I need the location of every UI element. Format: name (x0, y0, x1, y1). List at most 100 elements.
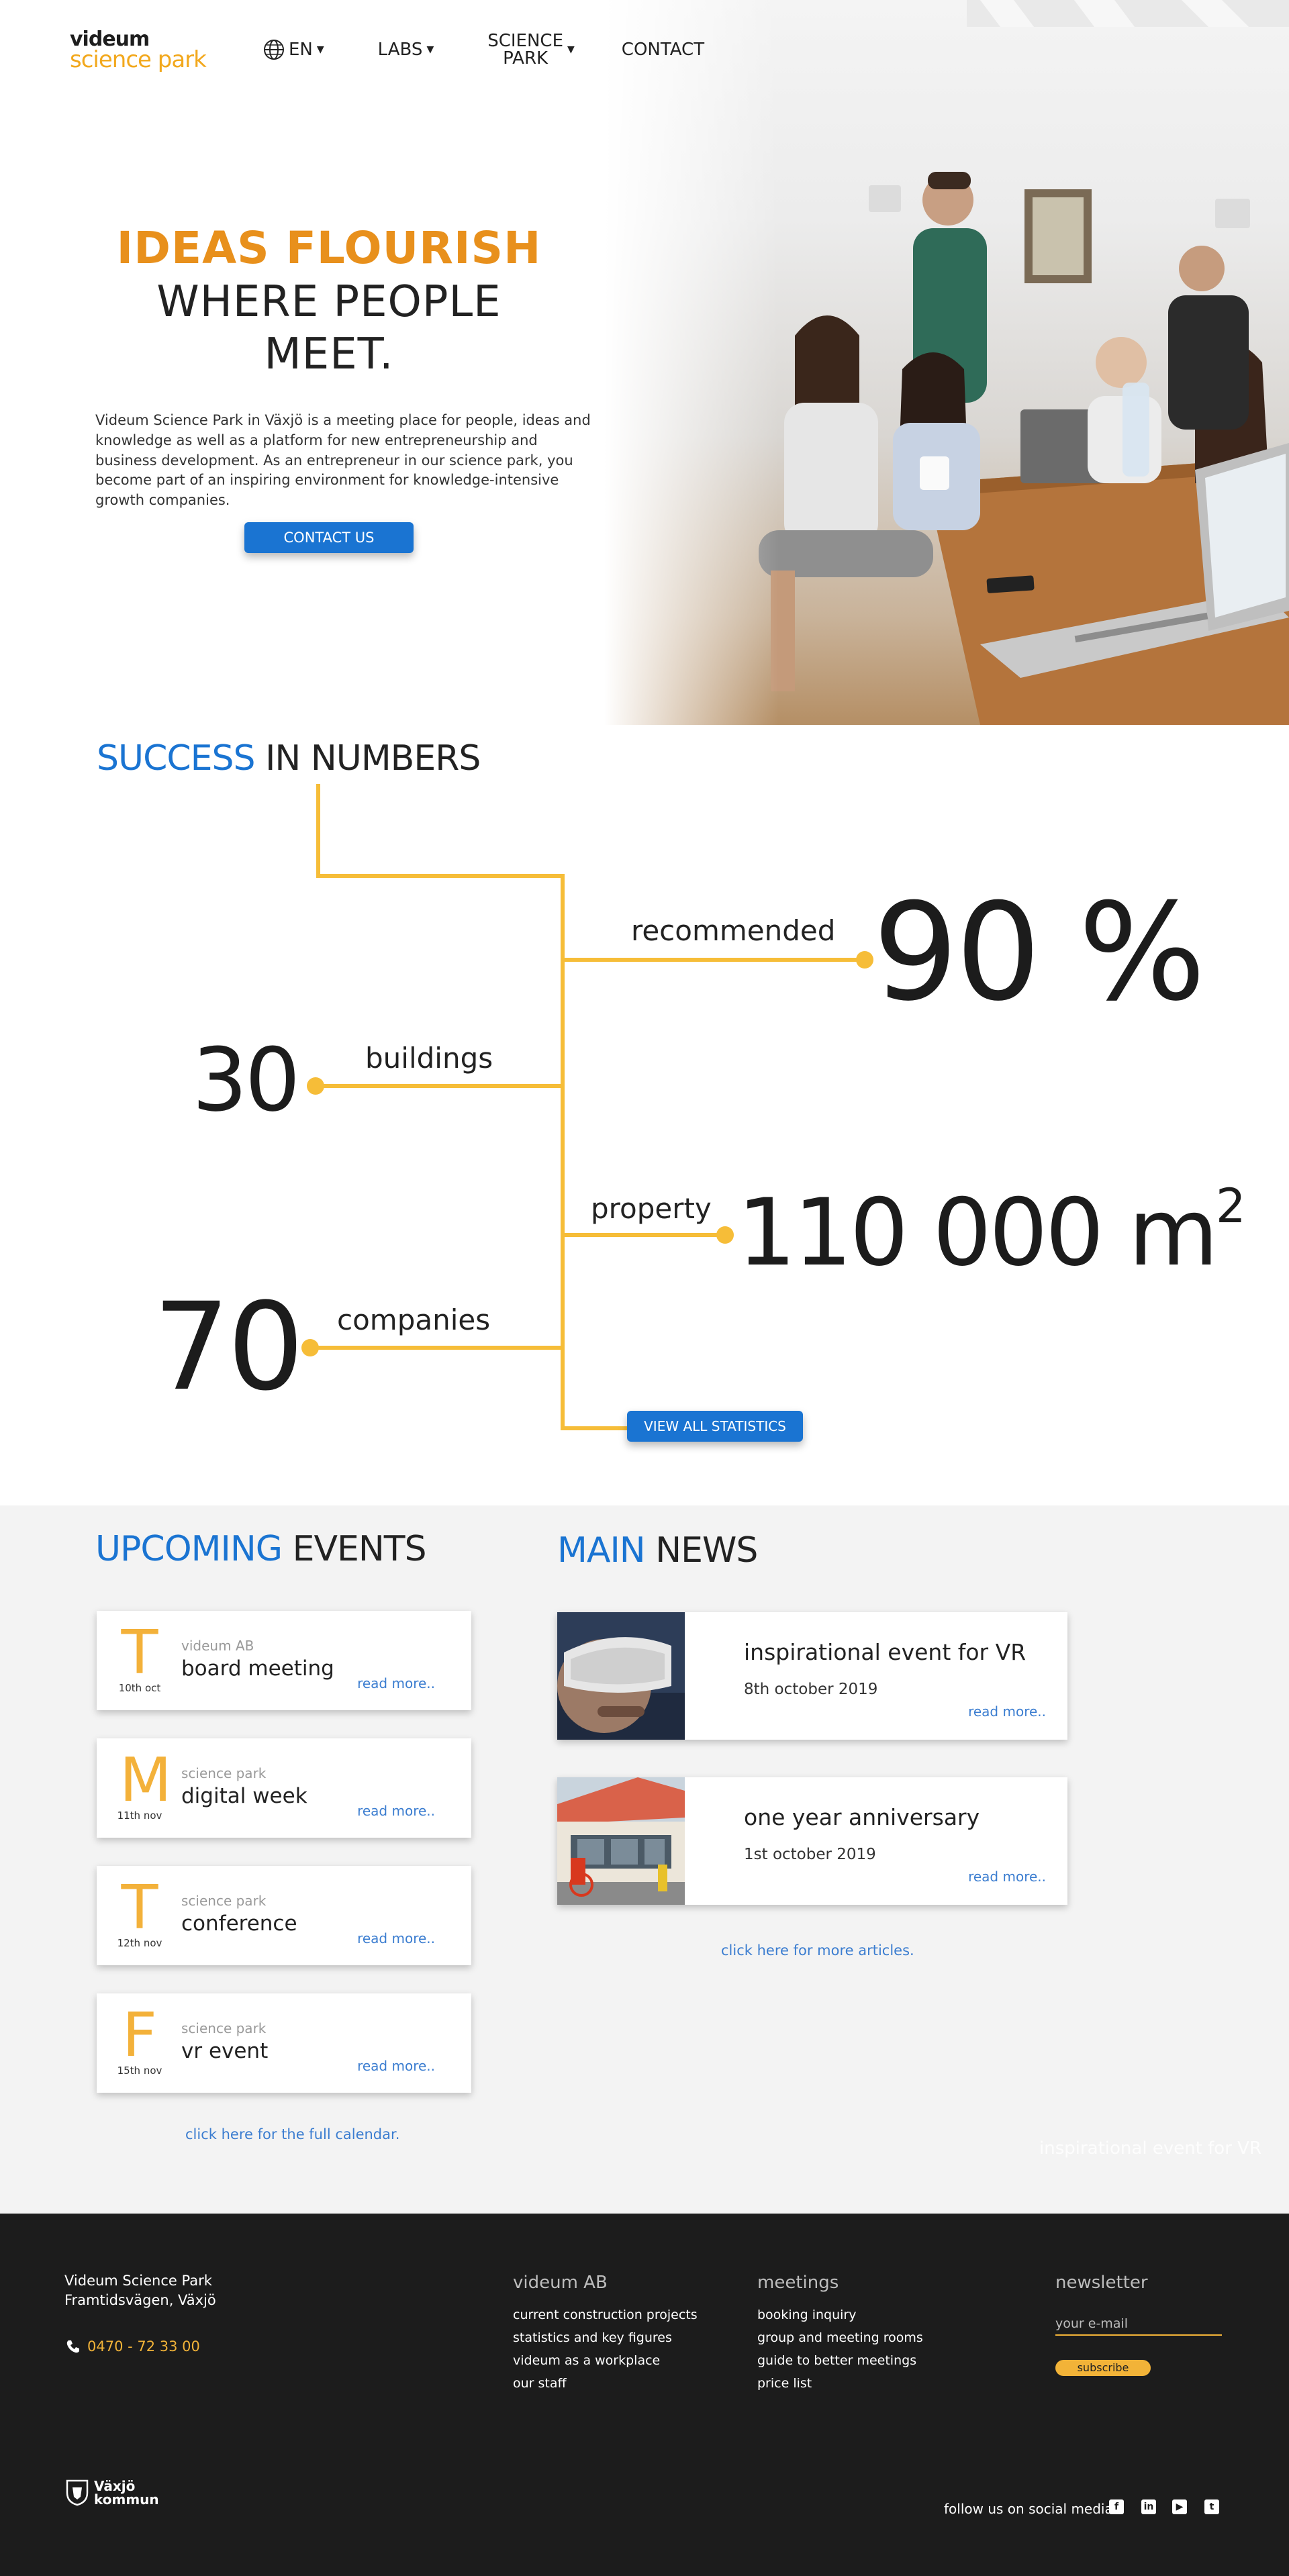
hero-title: IDEAS FLOURISH WHERE PEOPLE MEET. (94, 221, 564, 381)
full-calendar-link[interactable]: click here for the full calendar. (185, 2126, 399, 2142)
hero-photo-fade (604, 0, 779, 725)
events-title-highlight: UPCOMING (95, 1529, 283, 1569)
event-weekday-letter: M (120, 1745, 172, 1816)
subscribe-button[interactable]: subscribe (1055, 2360, 1151, 2376)
twitter-icon[interactable]: t (1204, 2499, 1219, 2514)
footer-link[interactable]: price list (757, 2376, 923, 2391)
stat-value-property: 110 000 m2 (737, 1183, 1245, 1279)
footer-link[interactable]: booking inquiry (757, 2308, 923, 2322)
linkedin-icon[interactable]: in (1141, 2499, 1156, 2514)
stat-value-companies: 70 (153, 1277, 304, 1418)
hero-title-highlight: IDEAS FLOURISH (116, 222, 542, 274)
event-name: board meeting (181, 1656, 334, 1681)
stat-dot (716, 1226, 734, 1244)
language-selector[interactable]: EN ▼ (262, 38, 324, 62)
nav-science-park[interactable]: SCIENCE PARK ▼ (487, 32, 575, 67)
footer-link[interactable]: guide to better meetings (757, 2353, 923, 2368)
facebook-icon[interactable]: f (1109, 2499, 1124, 2514)
youtube-icon[interactable]: ▶ (1172, 2499, 1187, 2514)
stat-value-property-number: 110 000 m (737, 1179, 1219, 1287)
stat-value-recommended: 90 % (873, 875, 1206, 1031)
news-title: MAIN NEWS (557, 1530, 758, 1571)
language-label: EN (289, 40, 313, 60)
vr-headset-image (557, 1612, 685, 1740)
more-articles-link[interactable]: click here for more articles. (721, 1942, 914, 1959)
footer-address-line2: Framtidsvägen, Växjö (64, 2292, 216, 2309)
event-date: 12th nov (117, 1937, 162, 1949)
event-name: digital week (181, 1784, 307, 1808)
chevron-down-icon: ▼ (316, 44, 324, 55)
footer-address: Videum Science Park Framtidsvägen, Växjö (64, 2271, 216, 2311)
footer-address-line1: Videum Science Park (64, 2273, 212, 2289)
event-read-more-link[interactable]: read more.. (357, 1675, 435, 1691)
footer-link[interactable]: our staff (513, 2376, 698, 2391)
event-card[interactable]: T 10th oct videum AB board meeting read … (97, 1611, 471, 1710)
stat-label-companies: companies (337, 1303, 491, 1336)
hero-section: IDEAS FLOURISH WHERE PEOPLE MEET. Videum… (0, 0, 1289, 725)
footer-link[interactable]: current construction projects (513, 2308, 698, 2322)
stat-dot (856, 951, 873, 969)
news-read-more-link[interactable]: read more.. (968, 1703, 1046, 1720)
stat-dot (301, 1339, 319, 1356)
site-header: videum science park EN ▼ LABS ▼ SCIENCE … (0, 0, 1289, 101)
footer-link[interactable]: statistics and key figures (513, 2330, 698, 2345)
kommun-line1: Växjö (94, 2478, 136, 2494)
event-weekday-letter: F (122, 2000, 157, 2071)
footer-link[interactable]: group and meeting rooms (757, 2330, 923, 2345)
logo-line2: science park (70, 46, 207, 73)
nav-labs[interactable]: LABS ▼ (378, 40, 434, 60)
footer-phone[interactable]: 0470 - 72 33 00 (66, 2338, 200, 2355)
news-image-vr (557, 1612, 685, 1740)
events-title: UPCOMING EVENTS (95, 1529, 427, 1569)
nav-science-park-label: SCIENCE PARK (487, 32, 563, 67)
footer-link[interactable]: videum as a workplace (513, 2353, 698, 2368)
hero-title-line3: MEET. (264, 329, 394, 379)
kommun-text: Växjö kommun (94, 2479, 159, 2506)
footer-phone-number: 0470 - 72 33 00 (87, 2338, 200, 2355)
nav-contact[interactable]: CONTACT (622, 40, 704, 60)
chevron-down-icon: ▼ (567, 44, 575, 55)
event-weekday-letter: T (121, 1873, 158, 1943)
event-date: 15th nov (117, 2065, 162, 2077)
stat-dot (307, 1077, 324, 1095)
news-title-highlight: MAIN (557, 1530, 646, 1571)
event-read-more-link[interactable]: read more.. (357, 1930, 435, 1946)
footer-col-videum: videum AB current construction projects … (513, 2273, 698, 2399)
contact-us-button[interactable]: CONTACT US (244, 522, 414, 553)
event-date: 11th nov (117, 1810, 162, 1822)
event-card[interactable]: F 15th nov science park vr event read mo… (97, 1993, 471, 2093)
nav-science-park-line1: SCIENCE (487, 31, 564, 51)
view-all-statistics-button[interactable]: VIEW ALL STATISTICS (627, 1411, 803, 1442)
news-title-text: inspirational event for VR (744, 1639, 1027, 1665)
event-read-more-link[interactable]: read more.. (357, 2058, 435, 2074)
footer-col-meetings: meetings booking inquiry group and meeti… (757, 2273, 923, 2399)
hero-description: Videum Science Park in Växjö is a meetin… (95, 412, 591, 509)
kommun-line2: kommun (94, 2491, 159, 2508)
event-card[interactable]: T 12th nov science park conference read … (97, 1866, 471, 1965)
nav-labs-label: LABS (377, 40, 423, 60)
social-media-label: follow us on social media (944, 2501, 1113, 2517)
event-organizer: videum AB (181, 1638, 254, 1654)
videum-logo[interactable]: videum science park (70, 30, 207, 73)
event-organizer: science park (181, 1893, 267, 1909)
stat-label-property: property (591, 1192, 712, 1225)
vaxjo-kommun-logo[interactable]: Växjö kommun (66, 2479, 159, 2506)
footer-col-newsletter: newsletter (1055, 2273, 1148, 2308)
news-card[interactable]: inspirational event for VR 8th october 2… (557, 1612, 1067, 1740)
footer-col-heading: meetings (757, 2273, 839, 2293)
event-name: vr event (181, 2039, 269, 2063)
footer-col-heading: videum AB (513, 2273, 608, 2293)
event-read-more-link[interactable]: read more.. (357, 1803, 435, 1819)
event-organizer: science park (181, 1765, 267, 1781)
newsletter-heading: newsletter (1055, 2273, 1148, 2293)
main-nav: EN ▼ LABS ▼ SCIENCE PARK ▼ CONTACT (262, 32, 704, 67)
news-read-more-link[interactable]: read more.. (968, 1869, 1046, 1885)
stat-value-buildings: 30 (192, 1029, 300, 1131)
events-title-rest: EVENTS (292, 1529, 427, 1569)
news-date: 1st october 2019 (744, 1846, 876, 1863)
newsletter-email-input[interactable] (1055, 2313, 1222, 2336)
stat-label-recommended: recommended (631, 914, 836, 947)
event-organizer: science park (181, 2020, 267, 2036)
event-card[interactable]: M 11th nov science park digital week rea… (97, 1738, 471, 1838)
news-card[interactable]: one year anniversary 1st october 2019 re… (557, 1777, 1067, 1905)
